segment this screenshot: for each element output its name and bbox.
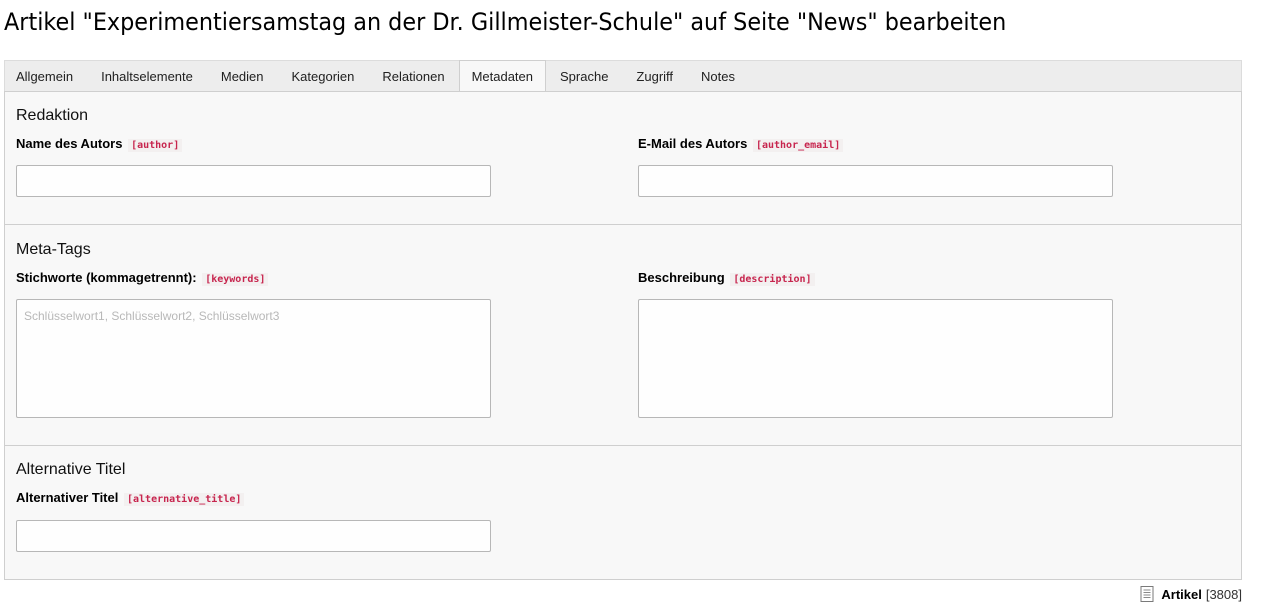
alternative-title-field-key: [alternative_title]	[123, 493, 245, 506]
tab-bar: Allgemein Inhaltselemente Medien Kategor…	[4, 60, 1242, 92]
section-title-alternative: Alternative Titel	[16, 461, 126, 478]
description-textarea[interactable]	[638, 299, 1113, 418]
keywords-label-text: Stichworte (kommagetrennt):	[16, 270, 197, 285]
tab-metadaten[interactable]: Metadaten	[458, 60, 546, 92]
author-email-field-key: [author_email]	[752, 139, 844, 152]
author-label: Name des Autors [author]	[16, 136, 183, 152]
tab-zugriff[interactable]: Zugriff	[622, 61, 687, 91]
section-divider	[5, 445, 1241, 446]
keywords-label: Stichworte (kommagetrennt): [keywords]	[16, 270, 269, 286]
record-uid: [3808]	[1205, 586, 1242, 602]
description-label: Beschreibung [description]	[638, 270, 815, 286]
author-email-label-text: E-Mail des Autors	[638, 136, 748, 151]
keywords-field-key: [keywords]	[202, 273, 269, 286]
record-type: Artikel	[1161, 586, 1202, 602]
tab-allgemein[interactable]: Allgemein	[5, 61, 87, 91]
tab-inhaltselemente[interactable]: Inhaltselemente	[87, 61, 207, 91]
description-field-key: [description]	[730, 273, 815, 286]
author-field-key: [author]	[128, 139, 183, 152]
page-title: Artikel "Experimentiersamstag an der Dr.…	[4, 8, 1007, 36]
tab-notes[interactable]: Notes	[687, 61, 749, 91]
section-title-redaktion: Redaktion	[16, 107, 89, 124]
tab-sprache[interactable]: Sprache	[546, 61, 622, 91]
section-divider	[5, 224, 1241, 225]
author-email-label: E-Mail des Autors [author_email]	[638, 136, 844, 152]
alternative-title-label: Alternativer Titel [alternative_title]	[16, 490, 245, 506]
tab-relationen[interactable]: Relationen	[368, 61, 458, 91]
tab-medien[interactable]: Medien	[207, 61, 278, 91]
author-input[interactable]	[16, 165, 491, 197]
alternative-title-input[interactable]	[16, 520, 491, 552]
author-label-text: Name des Autors	[16, 136, 123, 151]
description-label-text: Beschreibung	[638, 270, 725, 285]
record-info: Artikel [3808]	[1140, 586, 1242, 602]
tab-kategorien[interactable]: Kategorien	[278, 61, 369, 91]
author-email-input[interactable]	[638, 165, 1113, 197]
keywords-textarea[interactable]	[16, 299, 491, 418]
section-title-meta-tags: Meta-Tags	[16, 241, 91, 258]
document-icon	[1140, 586, 1154, 602]
alternative-title-label-text: Alternativer Titel	[16, 490, 119, 505]
metadata-panel: Redaktion Name des Autors [author] E-Mai…	[4, 91, 1242, 580]
